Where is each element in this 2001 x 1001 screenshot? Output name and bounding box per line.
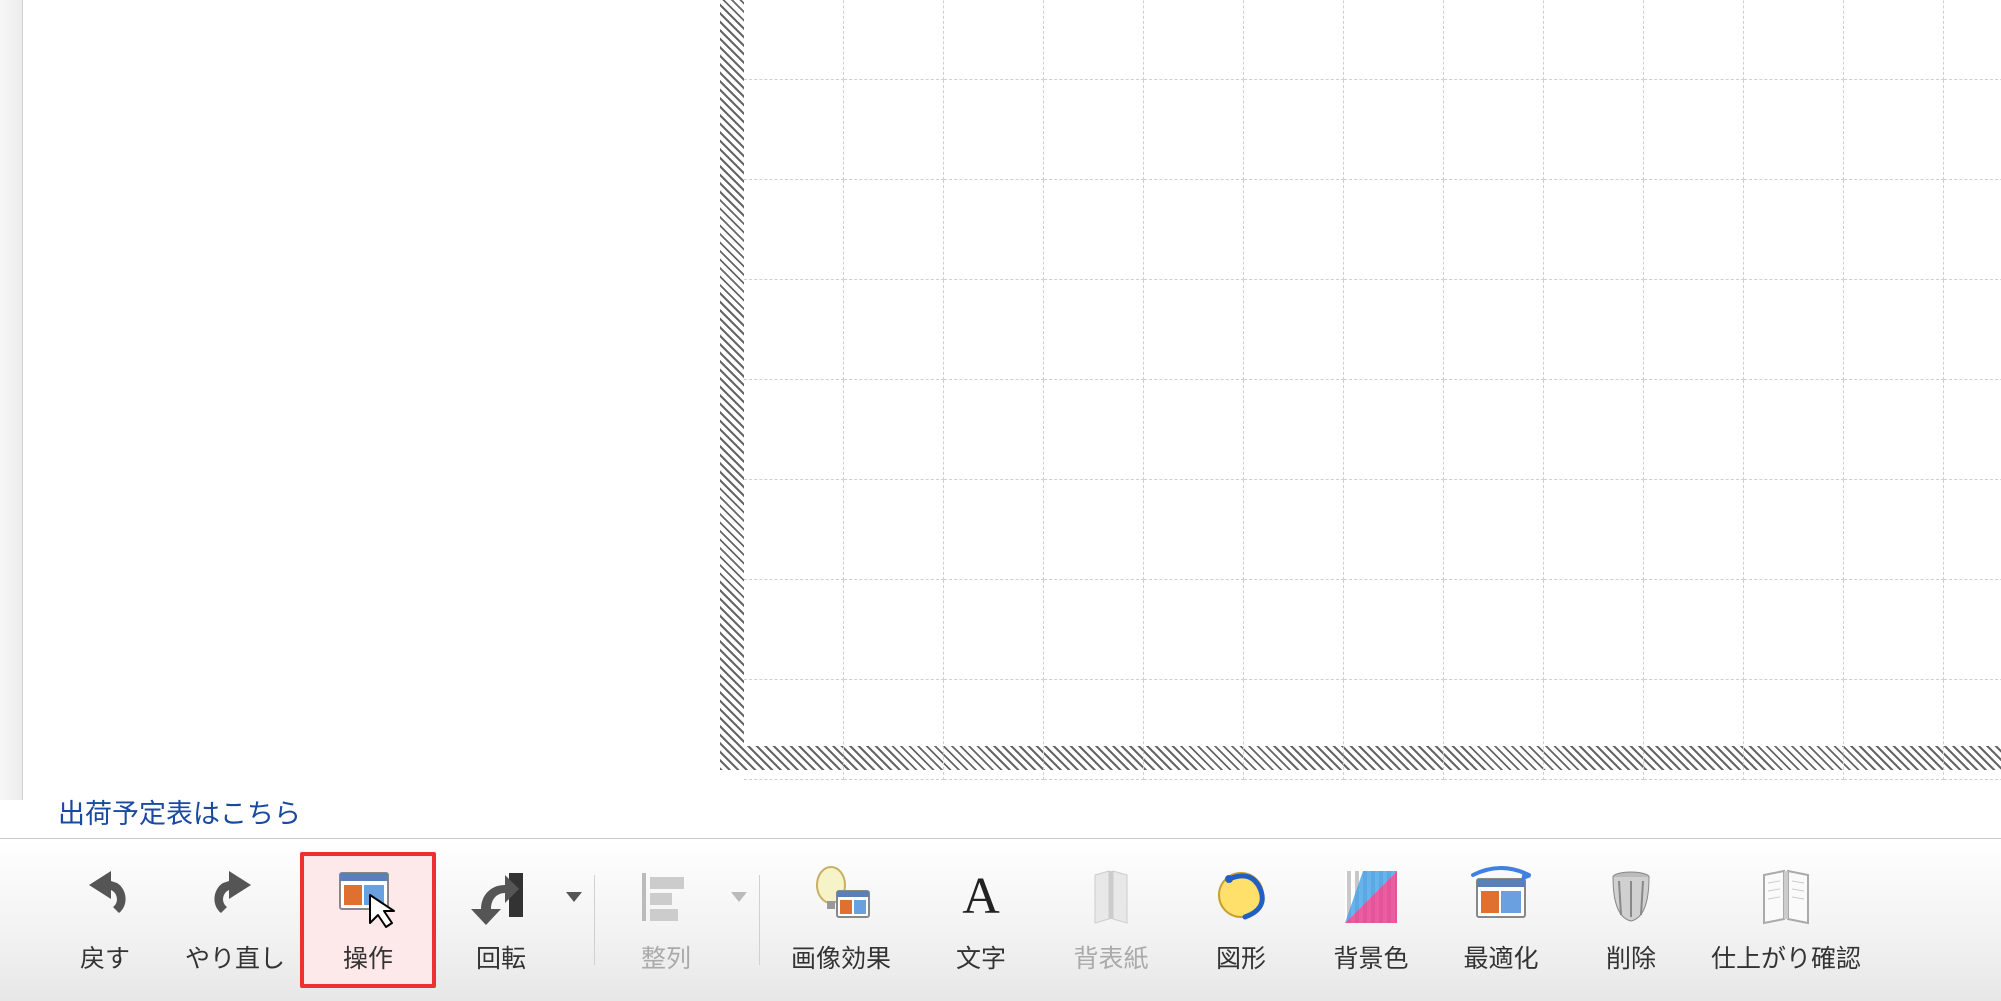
redo-label: やり直し	[185, 939, 285, 975]
shape-label: 図形	[1216, 939, 1266, 975]
shape-icon	[1209, 865, 1273, 929]
canvas-grid[interactable]	[744, 0, 2001, 746]
delete-label: 削除	[1606, 939, 1656, 975]
operate-button[interactable]: 操作	[300, 852, 436, 988]
canvas-area	[0, 0, 2001, 800]
align-dropdown-caret[interactable]	[731, 892, 747, 902]
undo-icon	[73, 865, 137, 929]
toolbar: 戻す やり直し 操作 回転	[0, 838, 2001, 1001]
redo-button[interactable]: やり直し	[170, 850, 300, 990]
text-label: 文字	[956, 939, 1006, 975]
toolbar-separator	[759, 875, 760, 965]
spine-icon	[1079, 865, 1143, 929]
preview-button[interactable]: 仕上がり確認	[1696, 850, 1876, 990]
bgcolor-button[interactable]: 背景色	[1306, 850, 1436, 990]
rotate-button[interactable]: 回転	[436, 850, 566, 990]
operate-icon	[336, 865, 400, 929]
rotate-icon	[469, 865, 533, 929]
bgcolor-icon	[1339, 865, 1403, 929]
spine-button[interactable]: 背表紙	[1046, 850, 1176, 990]
optimize-label: 最適化	[1463, 939, 1538, 975]
canvas-safe-border-left	[720, 0, 744, 770]
text-button[interactable]: A 文字	[916, 850, 1046, 990]
image-effect-button[interactable]: 画像効果	[766, 850, 916, 990]
undo-label: 戻す	[80, 939, 130, 975]
canvas-safe-border-bottom	[720, 746, 2001, 770]
image-effect-label: 画像効果	[791, 939, 891, 975]
align-button[interactable]: 整列	[601, 850, 731, 990]
preview-label: 仕上がり確認	[1711, 939, 1861, 975]
toolbar-separator	[594, 875, 595, 965]
shipping-schedule-link[interactable]: 出荷予定表はこちら	[58, 792, 301, 831]
image-effect-icon	[809, 865, 873, 929]
trash-icon	[1599, 865, 1663, 929]
text-icon: A	[949, 865, 1013, 929]
delete-button[interactable]: 削除	[1566, 850, 1696, 990]
rotate-dropdown-caret[interactable]	[566, 892, 582, 902]
optimize-button[interactable]: 最適化	[1436, 850, 1566, 990]
shape-button[interactable]: 図形	[1176, 850, 1306, 990]
undo-button[interactable]: 戻す	[40, 850, 170, 990]
left-sidebar	[0, 0, 23, 800]
svg-text:A: A	[962, 868, 1000, 925]
redo-icon	[203, 865, 267, 929]
align-icon	[634, 865, 698, 929]
spine-label: 背表紙	[1073, 939, 1148, 975]
bgcolor-label: 背景色	[1333, 939, 1408, 975]
rotate-label: 回転	[476, 939, 526, 975]
preview-icon	[1754, 865, 1818, 929]
optimize-icon	[1469, 865, 1533, 929]
align-label: 整列	[641, 939, 691, 975]
operate-label: 操作	[343, 939, 393, 975]
